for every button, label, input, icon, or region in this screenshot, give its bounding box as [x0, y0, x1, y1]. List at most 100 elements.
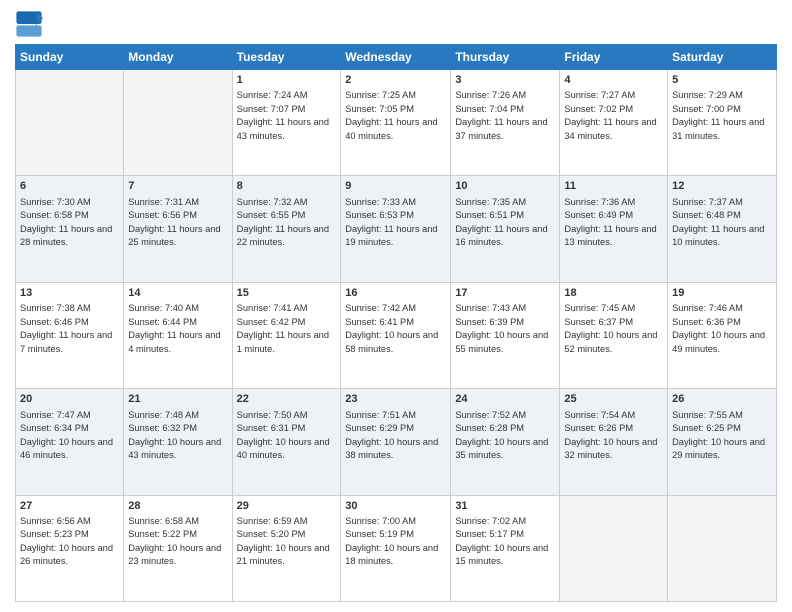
table-row: 18Sunrise: 7:45 AMSunset: 6:37 PMDayligh… [560, 282, 668, 388]
table-row: 13Sunrise: 7:38 AMSunset: 6:46 PMDayligh… [16, 282, 124, 388]
table-row: 11 Sunrise: 7:36 AMSunset: 6:49 PMDayligh… [560, 176, 668, 282]
table-row: 1Sunrise: 7:24 AMSunset: 7:07 PMDaylight… [232, 70, 341, 176]
table-row: 26 Sunrise: 7:55 AMSunset: 6:25 PMDayligh… [668, 389, 777, 495]
day-number: 1 [237, 73, 337, 88]
day-info: Sunrise: 7:41 AMSunset: 6:42 PMDaylight:… [237, 302, 337, 356]
table-row: 25 Sunrise: 7:54 AMSunset: 6:26 PMDayligh… [560, 389, 668, 495]
day-number: 19 [672, 286, 772, 301]
table-row: 29Sunrise: 6:59 AMSunset: 5:20 PMDayligh… [232, 495, 341, 601]
col-tuesday: Tuesday [232, 45, 341, 70]
table-row: 19Sunrise: 7:46 AMSunset: 6:36 PMDayligh… [668, 282, 777, 388]
day-number: 13 [20, 286, 119, 301]
day-number: 27 [20, 499, 119, 514]
col-friday: Friday [560, 45, 668, 70]
day-info: Sunrise: 7:27 AMSunset: 7:02 PMDaylight:… [564, 89, 663, 143]
day-number: 23 [345, 392, 446, 407]
day-number: 29 [237, 499, 337, 514]
table-row: 22 Sunrise: 7:50 AMSunset: 6:31 PMDayligh… [232, 389, 341, 495]
day-number: 6 [20, 179, 119, 194]
day-number: 16 [345, 286, 446, 301]
day-info: Sunrise: 7:47 AMSunset: 6:34 PMDaylight:… [20, 409, 119, 463]
table-row [124, 70, 232, 176]
day-info: Sunrise: 7:00 AMSunset: 5:19 PMDaylight:… [345, 515, 446, 569]
table-row: 8 Sunrise: 7:32 AMSunset: 6:55 PMDaylight… [232, 176, 341, 282]
day-info: Sunrise: 7:26 AMSunset: 7:04 PMDaylight:… [455, 89, 555, 143]
day-info: Sunrise: 7:36 AMSunset: 6:49 PMDaylight:… [564, 196, 663, 250]
day-number: 24 [455, 392, 555, 407]
day-number: 28 [128, 499, 227, 514]
day-number: 20 [20, 392, 119, 407]
day-info: Sunrise: 7:42 AMSunset: 6:41 PMDaylight:… [345, 302, 446, 356]
day-info: Sunrise: 7:52 AMSunset: 6:28 PMDaylight:… [455, 409, 555, 463]
day-number: 25 [564, 392, 663, 407]
calendar-row: 13Sunrise: 7:38 AMSunset: 6:46 PMDayligh… [16, 282, 777, 388]
table-row: 14Sunrise: 7:40 AMSunset: 6:44 PMDayligh… [124, 282, 232, 388]
day-info: Sunrise: 7:30 AMSunset: 6:58 PMDaylight:… [20, 196, 119, 250]
day-info: Sunrise: 7:32 AMSunset: 6:55 PMDaylight:… [237, 196, 337, 250]
table-row: 2Sunrise: 7:25 AMSunset: 7:05 PMDaylight… [341, 70, 451, 176]
logo [15, 10, 47, 38]
table-row [560, 495, 668, 601]
day-number: 2 [345, 73, 446, 88]
day-info: Sunrise: 7:29 AMSunset: 7:00 PMDaylight:… [672, 89, 772, 143]
day-info: Sunrise: 7:45 AMSunset: 6:37 PMDaylight:… [564, 302, 663, 356]
day-info: Sunrise: 7:02 AMSunset: 5:17 PMDaylight:… [455, 515, 555, 569]
day-number: 15 [237, 286, 337, 301]
table-row: 23 Sunrise: 7:51 AMSunset: 6:29 PMDayligh… [341, 389, 451, 495]
col-saturday: Saturday [668, 45, 777, 70]
table-row: 9 Sunrise: 7:33 AMSunset: 6:53 PMDaylight… [341, 176, 451, 282]
calendar-row: 27Sunrise: 6:56 AMSunset: 5:23 PMDayligh… [16, 495, 777, 601]
day-info: Sunrise: 6:58 AMSunset: 5:22 PMDaylight:… [128, 515, 227, 569]
table-row: 12Sunrise: 7:37 AMSunset: 6:48 PMDayligh… [668, 176, 777, 282]
day-info: Sunrise: 7:46 AMSunset: 6:36 PMDaylight:… [672, 302, 772, 356]
day-number: 18 [564, 286, 663, 301]
table-row: 28Sunrise: 6:58 AMSunset: 5:22 PMDayligh… [124, 495, 232, 601]
day-number: 12 [672, 179, 772, 194]
day-info: Sunrise: 6:59 AMSunset: 5:20 PMDaylight:… [237, 515, 337, 569]
calendar-row: 20 Sunrise: 7:47 AMSunset: 6:34 PMDayligh… [16, 389, 777, 495]
day-number: 9 [345, 179, 446, 194]
table-row: 31Sunrise: 7:02 AMSunset: 5:17 PMDayligh… [451, 495, 560, 601]
table-row: 21Sunrise: 7:48 AMSunset: 6:32 PMDayligh… [124, 389, 232, 495]
day-number: 14 [128, 286, 227, 301]
day-info: Sunrise: 7:31 AMSunset: 6:56 PMDaylight:… [128, 196, 227, 250]
day-info: Sunrise: 6:56 AMSunset: 5:23 PMDaylight:… [20, 515, 119, 569]
day-info: Sunrise: 7:24 AMSunset: 7:07 PMDaylight:… [237, 89, 337, 143]
day-number: 21 [128, 392, 227, 407]
calendar-table: Sunday Monday Tuesday Wednesday Thursday… [15, 44, 777, 602]
day-number: 11 [564, 179, 663, 194]
day-info: Sunrise: 7:33 AMSunset: 6:53 PMDaylight:… [345, 196, 446, 250]
day-number: 22 [237, 392, 337, 407]
day-number: 8 [237, 179, 337, 194]
day-info: Sunrise: 7:38 AMSunset: 6:46 PMDaylight:… [20, 302, 119, 356]
day-number: 10 [455, 179, 555, 194]
table-row [16, 70, 124, 176]
table-row: 7 Sunrise: 7:31 AMSunset: 6:56 PMDaylight… [124, 176, 232, 282]
table-row: 16Sunrise: 7:42 AMSunset: 6:41 PMDayligh… [341, 282, 451, 388]
day-number: 4 [564, 73, 663, 88]
day-number: 31 [455, 499, 555, 514]
day-number: 26 [672, 392, 772, 407]
day-info: Sunrise: 7:55 AMSunset: 6:25 PMDaylight:… [672, 409, 772, 463]
day-number: 17 [455, 286, 555, 301]
day-info: Sunrise: 7:51 AMSunset: 6:29 PMDaylight:… [345, 409, 446, 463]
table-row: 15Sunrise: 7:41 AMSunset: 6:42 PMDayligh… [232, 282, 341, 388]
table-row: 6 Sunrise: 7:30 AMSunset: 6:58 PMDaylight… [16, 176, 124, 282]
day-number: 3 [455, 73, 555, 88]
table-row: 3Sunrise: 7:26 AMSunset: 7:04 PMDaylight… [451, 70, 560, 176]
table-row: 20 Sunrise: 7:47 AMSunset: 6:34 PMDayligh… [16, 389, 124, 495]
day-info: Sunrise: 7:54 AMSunset: 6:26 PMDaylight:… [564, 409, 663, 463]
day-info: Sunrise: 7:35 AMSunset: 6:51 PMDaylight:… [455, 196, 555, 250]
day-number: 5 [672, 73, 772, 88]
col-monday: Monday [124, 45, 232, 70]
table-row: 30Sunrise: 7:00 AMSunset: 5:19 PMDayligh… [341, 495, 451, 601]
page: Sunday Monday Tuesday Wednesday Thursday… [0, 0, 792, 612]
table-row: 10 Sunrise: 7:35 AMSunset: 6:51 PMDayligh… [451, 176, 560, 282]
table-row [668, 495, 777, 601]
calendar-row: 1Sunrise: 7:24 AMSunset: 7:07 PMDaylight… [16, 70, 777, 176]
logo-icon [15, 10, 43, 38]
day-number: 30 [345, 499, 446, 514]
day-number: 7 [128, 179, 227, 194]
day-info: Sunrise: 7:50 AMSunset: 6:31 PMDaylight:… [237, 409, 337, 463]
col-sunday: Sunday [16, 45, 124, 70]
